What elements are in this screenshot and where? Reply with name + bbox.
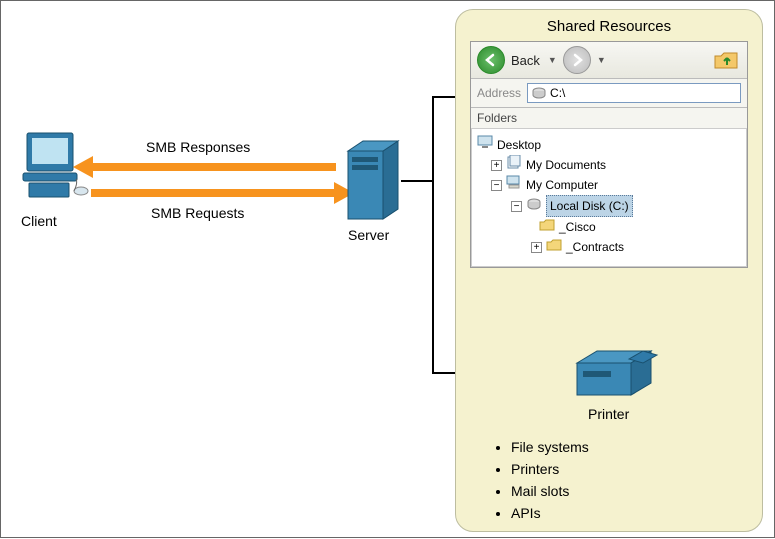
- folder-tree: Desktop + My Documents − My Computer: [471, 129, 747, 267]
- tree-label: My Computer: [526, 175, 598, 195]
- list-item: Mail slots: [511, 480, 589, 502]
- server-label: Server: [348, 227, 389, 243]
- list-item: APIs: [511, 502, 589, 524]
- folders-header: Folders: [471, 108, 747, 129]
- forward-dropdown-caret-icon[interactable]: ▼: [597, 55, 606, 65]
- explorer-window: Back ▼ ▼ Address: [470, 41, 748, 268]
- printer-label: Printer: [588, 406, 629, 422]
- explorer-toolbar: Back ▼ ▼: [471, 42, 747, 79]
- folder-icon: [539, 217, 555, 237]
- tree-label: Desktop: [497, 135, 541, 155]
- up-folder-icon: [713, 48, 741, 72]
- server-icon: [343, 139, 403, 221]
- tree-node-desktop[interactable]: Desktop: [477, 135, 741, 155]
- server-node: [343, 139, 403, 224]
- list-item: Printers: [511, 458, 589, 480]
- printer-node: [571, 341, 661, 404]
- tree-node-contracts[interactable]: + _Contracts: [477, 237, 741, 257]
- tree-node-my-computer[interactable]: − My Computer: [477, 175, 741, 195]
- tree-node-my-documents[interactable]: + My Documents: [477, 155, 741, 175]
- tree-label: _Contracts: [566, 237, 624, 257]
- client-label: Client: [21, 213, 57, 229]
- folder-icon: [546, 237, 562, 257]
- address-label: Address: [477, 86, 521, 100]
- up-folder-button[interactable]: [713, 48, 741, 72]
- list-item: File systems: [511, 436, 589, 458]
- address-bar: Address C:\: [471, 79, 747, 108]
- address-value: C:\: [550, 86, 565, 100]
- expand-toggle[interactable]: +: [531, 242, 542, 253]
- back-arrow-icon: [484, 53, 498, 67]
- tree-node-local-disk[interactable]: − Local Disk (C:): [477, 195, 741, 217]
- disk-icon: [532, 87, 546, 99]
- tree-label-selected: Local Disk (C:): [546, 195, 633, 217]
- smb-requests-label: SMB Requests: [151, 205, 244, 221]
- diagram-canvas: Client SMB Responses SMB Requests Server…: [0, 0, 775, 538]
- resource-type-list: File systems Printers Mail slots APIs: [493, 436, 589, 524]
- documents-icon: [506, 155, 522, 175]
- printer-icon: [571, 341, 661, 401]
- smb-requests-arrow: [91, 189, 336, 197]
- back-button[interactable]: [477, 46, 505, 74]
- tree-label: My Documents: [526, 155, 606, 175]
- back-dropdown-caret-icon[interactable]: ▼: [548, 55, 557, 65]
- forward-arrow-icon: [570, 53, 584, 67]
- tree-label: _Cisco: [559, 217, 596, 237]
- smb-responses-arrow: [91, 163, 336, 171]
- desktop-icon: [477, 135, 493, 155]
- back-label: Back: [511, 53, 540, 68]
- panel-title: Shared Resources: [456, 18, 762, 35]
- expand-toggle[interactable]: +: [491, 160, 502, 171]
- smb-responses-label: SMB Responses: [146, 139, 250, 155]
- forward-button[interactable]: [563, 46, 591, 74]
- computer-icon: [506, 175, 522, 195]
- tree-node-cisco[interactable]: _Cisco: [477, 217, 741, 237]
- collapse-toggle[interactable]: −: [511, 201, 522, 212]
- collapse-toggle[interactable]: −: [491, 180, 502, 191]
- disk-icon: [526, 196, 542, 216]
- address-input[interactable]: C:\: [527, 83, 741, 103]
